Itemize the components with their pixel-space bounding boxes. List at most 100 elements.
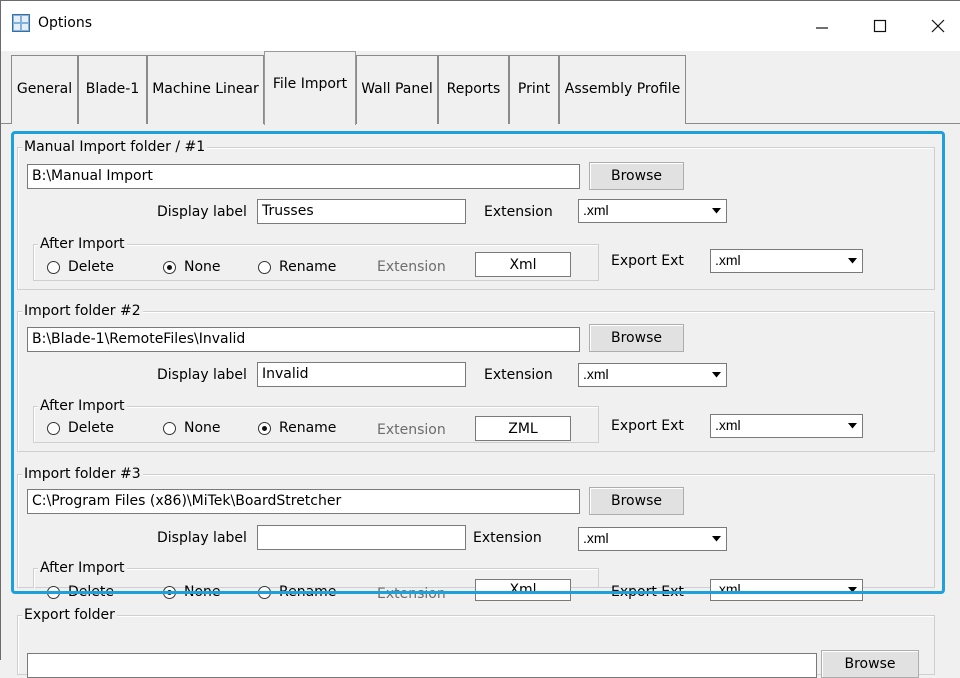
tab-general[interactable]: General [11,55,78,124]
folder-1-export-ext-select[interactable]: .xml [710,249,863,273]
group-title: Export folder [22,607,117,623]
select-value: .xml [715,417,741,433]
folder-2-display-label-input[interactable]: Invalid [257,362,466,387]
display-label-label: Display label [157,530,247,546]
app-grid-icon [12,14,30,32]
tab-wall-panel[interactable]: Wall Panel [356,55,438,124]
maximize-icon [873,19,887,33]
group-title: Import folder #3 [22,466,143,482]
export-folder-path-input[interactable] [27,653,817,678]
group-title: After Import [38,398,127,414]
chevron-down-icon[interactable] [843,416,861,436]
radio-label: Delete [68,420,114,436]
select-value: .xml [583,202,609,218]
radio-circle [258,585,271,599]
chevron-down-icon[interactable] [843,581,861,599]
tab-label: Machine Linear [152,81,259,97]
folder-2-export-ext-select[interactable]: .xml [710,414,863,438]
chevron-down-icon[interactable] [707,365,725,385]
group-title: After Import [38,560,127,576]
display-label-label: Display label [157,367,247,383]
select-value: .xml [715,581,741,597]
folder-3-extension-select[interactable]: .xml [578,527,727,551]
radio-circle [47,260,60,274]
folder-1-display-label-input[interactable]: Trusses [257,199,466,224]
tab-blade-1[interactable]: Blade-1 [78,55,147,124]
folder-3-export-ext-select[interactable]: .xml [710,579,863,601]
tab-assembly-profile[interactable]: Assembly Profile [559,55,686,124]
extension-label: Extension [473,530,542,546]
chevron-down-icon[interactable] [707,201,725,221]
folder-3-display-label-input[interactable] [257,525,466,550]
select-value: .xml [583,366,609,382]
title-bar: Options [1,1,960,51]
tab-reports[interactable]: Reports [438,55,509,124]
tab-label: Assembly Profile [564,81,681,97]
radio-label: Delete [68,584,114,600]
folder-2-browse-button[interactable]: Browse [589,324,684,352]
folder-2-none-radio[interactable]: None [163,420,221,436]
folder-3-browse-button[interactable]: Browse [589,487,684,515]
rename-extension-label: Extension [377,422,446,438]
tab-label: Blade-1 [85,81,140,97]
close-icon [931,19,945,33]
radio-label: Rename [279,584,337,600]
tab-label: Reports [446,81,501,97]
folder-2-rename-extension-input[interactable]: ZML [475,416,571,441]
rename-extension-label: Extension [377,586,446,602]
radio-circle [47,585,60,599]
folder-3-none-radio[interactable]: None [163,584,221,600]
rename-extension-label: Extension [377,259,446,275]
tab-label: Print [517,81,551,97]
extension-label: Extension [484,204,553,220]
folder-3-delete-radio[interactable]: Delete [47,584,114,600]
folder-1-browse-button[interactable]: Browse [589,162,684,190]
folder-1-none-radio[interactable]: None [163,259,221,275]
folder-1-path-input[interactable]: B:\Manual Import [27,164,580,189]
extension-label: Extension [484,367,553,383]
tab-machine-linear[interactable]: Machine Linear [147,55,264,124]
export-ext-label: Export Ext [611,418,684,434]
maximize-button[interactable] [857,1,903,51]
close-button[interactable] [915,1,960,51]
tab-print[interactable]: Print [509,55,559,124]
radio-circle [163,421,176,435]
radio-label: Delete [68,259,114,275]
folder-2-delete-radio[interactable]: Delete [47,420,114,436]
radio-label: None [184,584,221,600]
select-value: .xml [583,530,609,546]
radio-label: Rename [279,420,337,436]
tab-label: General [16,81,73,97]
chevron-down-icon[interactable] [707,529,725,549]
tab-file-import[interactable]: File Import [264,51,356,125]
folder-3-rename-radio[interactable]: Rename [258,584,336,600]
tab-label: Wall Panel [361,81,433,97]
radio-label: None [184,259,221,275]
group-title: Manual Import folder / #1 [22,139,208,155]
folder-1-rename-extension-input[interactable]: Xml [475,252,571,277]
radio-circle [258,421,271,435]
folder-3-rename-extension-input[interactable]: Xml [475,579,571,601]
group-title: After Import [38,236,127,252]
export-ext-label: Export Ext [611,584,684,600]
folder-1-extension-select[interactable]: .xml [578,199,727,223]
export-folder-browse-button[interactable]: Browse [821,650,919,678]
folder-1-rename-radio[interactable]: Rename [258,259,336,275]
display-label-label: Display label [157,204,247,220]
radio-circle [163,585,176,599]
chevron-down-icon[interactable] [843,251,861,271]
minimize-button[interactable] [799,1,845,51]
folder-2-path-input[interactable]: B:\Blade-1\RemoteFiles\Invalid [27,327,580,352]
folder-1-delete-radio[interactable]: Delete [47,259,114,275]
tab-label: File Import [272,75,348,92]
radio-circle [258,260,271,274]
export-ext-label: Export Ext [611,253,684,269]
folder-2-extension-select[interactable]: .xml [578,363,727,387]
radio-label: Rename [279,259,337,275]
options-window: Options General Blade-1 Machine Linear F… [0,0,960,678]
folder-3-path-input[interactable]: C:\Program Files (x86)\MiTek\BoardStretc… [27,489,580,514]
radio-label: None [184,420,221,436]
minimize-icon [816,27,828,29]
folder-2-rename-radio[interactable]: Rename [258,420,336,436]
radio-circle [47,421,60,435]
